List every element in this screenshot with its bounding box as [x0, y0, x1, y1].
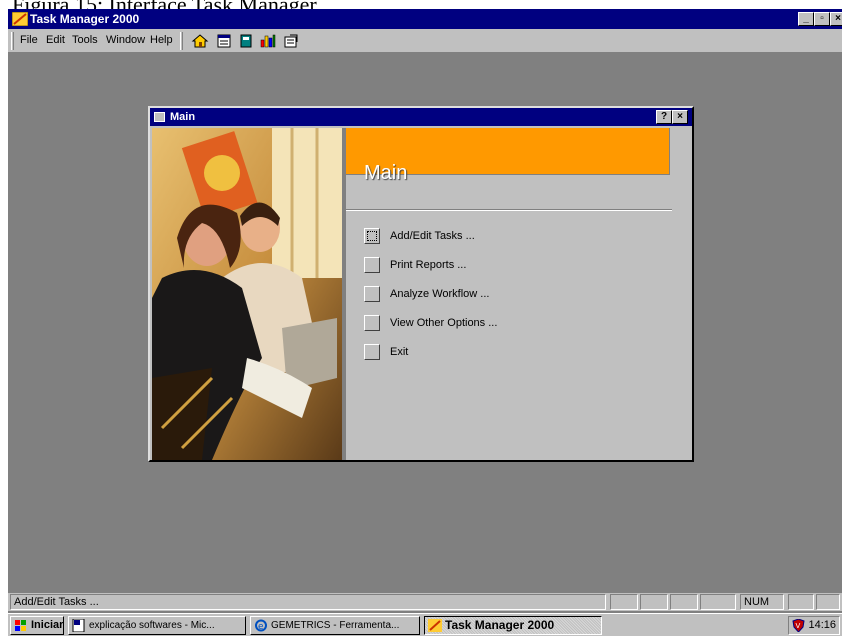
taskbar: Iniciar explicação softwares - Mic... e …: [8, 613, 842, 636]
dialog-close-button[interactable]: ×: [672, 110, 688, 124]
status-pane-6: [816, 594, 840, 610]
book-icon[interactable]: [236, 32, 256, 50]
photo-divider: [342, 128, 346, 460]
option-label: Exit: [390, 346, 409, 358]
main-dialog: Main ? × Main Add/Edit Tasks ... Print R…: [148, 106, 694, 462]
dialog-title: Main: [170, 111, 196, 123]
statusbar: Add/Edit Tasks ... NUM: [8, 593, 842, 611]
start-label: Iniciar: [31, 619, 64, 631]
analyze-workflow-button[interactable]: [364, 286, 380, 302]
chart-icon[interactable]: [258, 32, 278, 50]
view-other-options-button[interactable]: [364, 315, 380, 331]
menu-edit[interactable]: Edit: [46, 34, 65, 46]
menu-window[interactable]: Window: [106, 34, 145, 46]
app-title: Task Manager 2000: [30, 12, 140, 26]
menu-file[interactable]: File: [20, 34, 38, 46]
dialog-heading: Main: [364, 162, 408, 184]
status-pane-2: [640, 594, 668, 610]
properties-icon[interactable]: [281, 32, 301, 50]
option-label: Analyze Workflow ...: [390, 288, 490, 300]
form-icon: [154, 112, 165, 122]
home-icon[interactable]: [190, 32, 210, 50]
app-titlebar[interactable]: Task Manager 2000 _ ▫ ×: [8, 9, 842, 29]
task-manager-app-icon: [12, 12, 28, 26]
option-analyze-workflow[interactable]: Analyze Workflow ...: [364, 286, 624, 304]
svg-text:e: e: [258, 622, 264, 632]
menu-tools[interactable]: Tools: [72, 34, 98, 46]
task-label: explicação softwares - Mic...: [89, 620, 215, 631]
option-label: View Other Options ...: [390, 317, 498, 329]
option-view-other-options[interactable]: View Other Options ...: [364, 315, 624, 333]
maximize-button[interactable]: ▫: [814, 12, 830, 26]
internet-explorer-icon: e: [255, 619, 267, 632]
menubar: File Edit Tools Window Help: [8, 29, 842, 53]
clock: 14:16: [808, 619, 836, 631]
task-manager-app-icon: [428, 619, 442, 632]
dialog-titlebar[interactable]: Main ? ×: [150, 108, 692, 126]
antivirus-shield-icon[interactable]: V: [792, 619, 805, 632]
print-reports-button[interactable]: [364, 257, 380, 273]
word-document-icon: [72, 619, 85, 632]
windows-logo-icon: [15, 620, 26, 631]
help-button[interactable]: ?: [656, 110, 672, 124]
option-exit[interactable]: Exit: [364, 344, 624, 362]
task-label: GEMETRICS - Ferramenta...: [271, 620, 400, 631]
option-print-reports[interactable]: Print Reports ...: [364, 257, 624, 275]
toolbar-grip[interactable]: [180, 32, 183, 50]
status-num: NUM: [740, 594, 784, 610]
start-button[interactable]: Iniciar: [10, 616, 64, 635]
option-label: Add/Edit Tasks ...: [390, 230, 475, 242]
add-edit-tasks-button[interactable]: [364, 228, 380, 244]
svg-text:V: V: [796, 622, 801, 630]
separator-line: [346, 209, 672, 211]
office-photo: [152, 128, 342, 460]
taskbar-browser-task[interactable]: e GEMETRICS - Ferramenta...: [250, 616, 420, 635]
system-tray: V 14:16: [788, 616, 840, 635]
exit-button[interactable]: [364, 344, 380, 360]
status-pane-5: [788, 594, 814, 610]
menubar-grip[interactable]: [11, 32, 14, 50]
option-label: Print Reports ...: [390, 259, 467, 271]
option-add-edit-tasks[interactable]: Add/Edit Tasks ...: [364, 228, 624, 246]
close-button[interactable]: ×: [830, 12, 842, 26]
menu-help[interactable]: Help: [150, 34, 173, 46]
status-pane-3: [670, 594, 698, 610]
form-icon[interactable]: [214, 32, 234, 50]
status-pane-4: [700, 594, 736, 610]
taskbar-task-manager-task[interactable]: Task Manager 2000: [424, 616, 602, 635]
taskbar-word-task[interactable]: explicação softwares - Mic...: [68, 616, 246, 635]
status-pane-1: [610, 594, 638, 610]
task-label: Task Manager 2000: [445, 618, 555, 632]
minimize-button[interactable]: _: [798, 12, 814, 26]
status-message: Add/Edit Tasks ...: [10, 594, 606, 610]
